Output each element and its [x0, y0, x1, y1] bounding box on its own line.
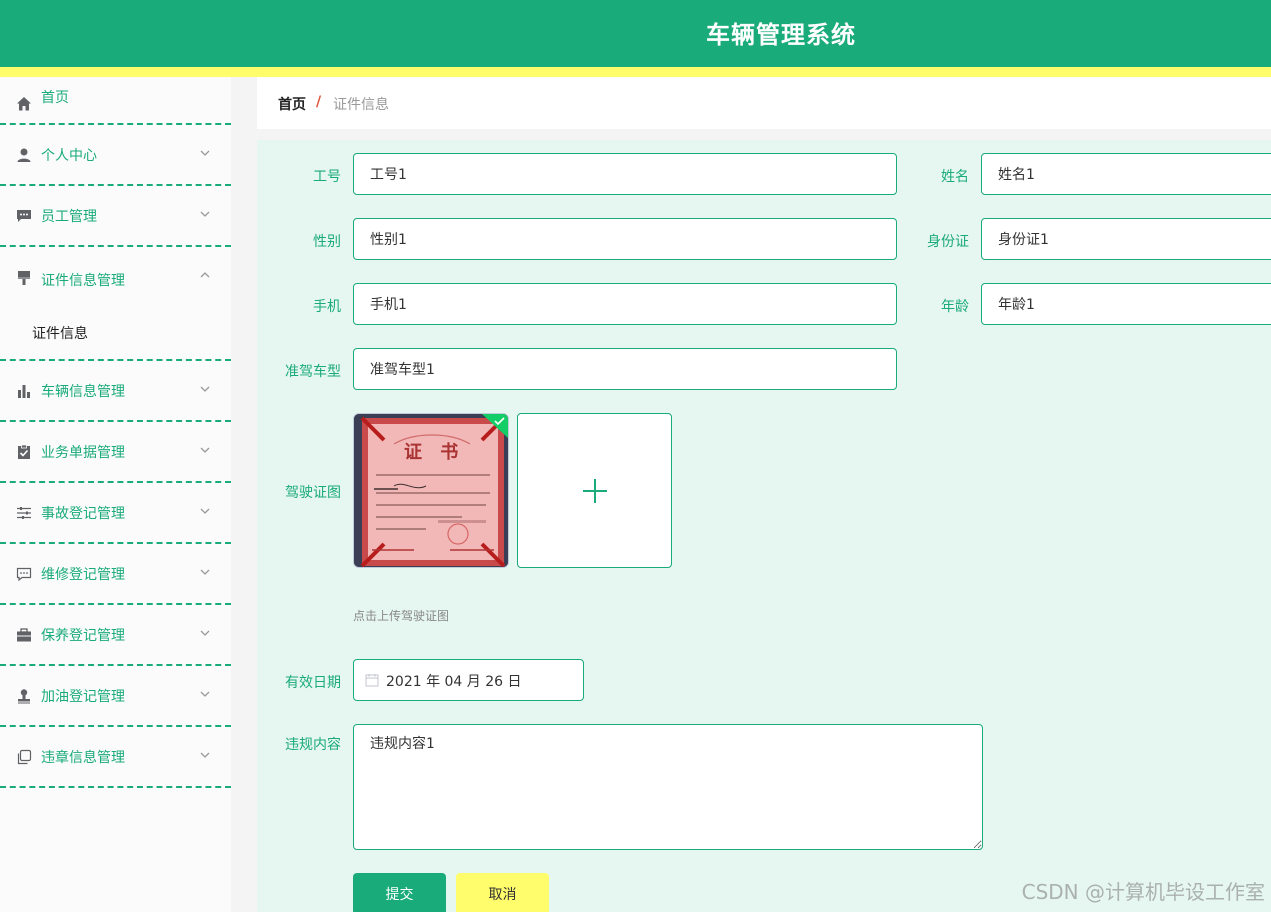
id-card-label: 身份证: [927, 234, 969, 250]
plus-icon: [582, 478, 607, 503]
briefcase-icon: [16, 627, 32, 643]
violation-content-label: 违规内容: [285, 737, 341, 753]
license-class-label: 准驾车型: [285, 364, 341, 380]
chevron-down-icon: [199, 566, 211, 582]
calendar-icon: [365, 674, 379, 687]
phone-input[interactable]: [353, 283, 897, 325]
submenu-item-certificate-info[interactable]: 证件信息: [32, 323, 88, 343]
sidebar-item-label: 首页: [41, 90, 69, 106]
valid-date-picker[interactable]: 2021 年 04 月 26 日: [353, 659, 584, 701]
chevron-down-icon: [199, 383, 211, 399]
sidebar-item-label: 员工管理: [41, 208, 97, 225]
stamp-icon: [16, 688, 32, 704]
home-icon: [16, 96, 32, 112]
cancel-button[interactable]: 取消: [456, 873, 549, 912]
sidebar-item-label: 事故登记管理: [41, 505, 125, 522]
sidebar-item-certificate-management[interactable]: 证件信息管理 证件信息: [0, 247, 231, 361]
name-input[interactable]: [981, 153, 1271, 195]
chevron-down-icon: [199, 627, 211, 643]
app-title: 车辆管理系统: [706, 21, 856, 49]
sidebar-item-label: 违章信息管理: [41, 749, 125, 766]
copy-icon: [16, 749, 32, 765]
sidebar-item-label: 加油登记管理: [41, 688, 125, 705]
valid-date-label: 有效日期: [285, 675, 341, 691]
sidebar-item-label: 业务单据管理: [41, 444, 125, 461]
age-input[interactable]: [981, 283, 1271, 325]
sidebar-item-label: 车辆信息管理: [41, 383, 125, 400]
sidebar-item-accident-registration[interactable]: 事故登记管理: [0, 483, 231, 544]
license-image-label: 驾驶证图: [285, 485, 341, 501]
sidebar-item-personal-center[interactable]: 个人中心: [0, 125, 231, 186]
sidebar-item-repair-registration[interactable]: 维修登记管理: [0, 544, 231, 605]
app-header: 车辆管理系统: [0, 0, 1271, 67]
breadcrumb: 首页 / 证件信息: [257, 77, 1271, 129]
employee-id-label: 工号: [313, 169, 341, 185]
message-icon: [16, 566, 32, 582]
submit-button[interactable]: 提交: [353, 873, 446, 912]
sidebar-item-label: 维修登记管理: [41, 566, 125, 583]
upload-add-button[interactable]: [517, 413, 672, 568]
sidebar-item-vehicle-management[interactable]: 车辆信息管理: [0, 361, 231, 422]
upload-tip: 点击上传驾驶证图: [353, 609, 450, 623]
check-icon: [482, 414, 508, 438]
chevron-down-icon: [199, 444, 211, 460]
phone-label: 手机: [313, 299, 341, 315]
violation-content-textarea[interactable]: 违规内容1: [353, 724, 983, 850]
certificate-title-text: 证 书: [404, 442, 465, 463]
breadcrumb-current: 证件信息: [333, 97, 389, 113]
header-stripe: [0, 67, 1271, 77]
chat-icon: [16, 208, 32, 224]
clipboard-check-icon: [16, 444, 32, 460]
breadcrumb-separator: /: [316, 94, 322, 110]
id-card-input[interactable]: [981, 218, 1271, 260]
employee-id-input[interactable]: [353, 153, 897, 195]
chevron-up-icon: [199, 269, 211, 285]
brush-icon: [16, 270, 32, 286]
breadcrumb-home[interactable]: 首页: [278, 94, 306, 114]
sidebar-item-label: 证件信息管理: [41, 273, 125, 289]
sidebar-item-home[interactable]: 首页: [0, 77, 231, 125]
license-class-input[interactable]: [353, 348, 897, 390]
license-image-thumbnail[interactable]: 证 书: [353, 413, 509, 568]
chevron-down-icon: [199, 147, 211, 163]
sidebar-item-maintenance-registration[interactable]: 保养登记管理: [0, 605, 231, 666]
sidebar-item-violation-management[interactable]: 违章信息管理: [0, 727, 231, 788]
sidebar-item-business-document-management[interactable]: 业务单据管理: [0, 422, 231, 483]
sidebar-item-label: 个人中心: [41, 147, 97, 164]
sidebar-item-label: 保养登记管理: [41, 627, 125, 644]
gender-label: 性别: [313, 234, 341, 250]
gender-input[interactable]: [353, 218, 897, 260]
chevron-down-icon: [199, 749, 211, 765]
sidebar-item-employee-management[interactable]: 员工管理: [0, 186, 231, 247]
age-label: 年龄: [941, 299, 969, 315]
valid-date-value: 2021 年 04 月 26 日: [386, 674, 522, 690]
bar-chart-icon: [16, 383, 32, 399]
user-icon: [16, 147, 32, 163]
chevron-down-icon: [199, 208, 211, 224]
sidebar-item-refuel-registration[interactable]: 加油登记管理: [0, 666, 231, 727]
chevron-down-icon: [199, 505, 211, 521]
watermark: CSDN @计算机毕设工作室: [1021, 880, 1265, 904]
name-label: 姓名: [941, 169, 969, 185]
sidebar: 首页 个人中心 员工管理 证件信息管理 证件信息 车辆信息管理 业务单据管理 事…: [0, 77, 231, 912]
sliders-icon: [16, 505, 32, 521]
chevron-down-icon: [199, 688, 211, 704]
